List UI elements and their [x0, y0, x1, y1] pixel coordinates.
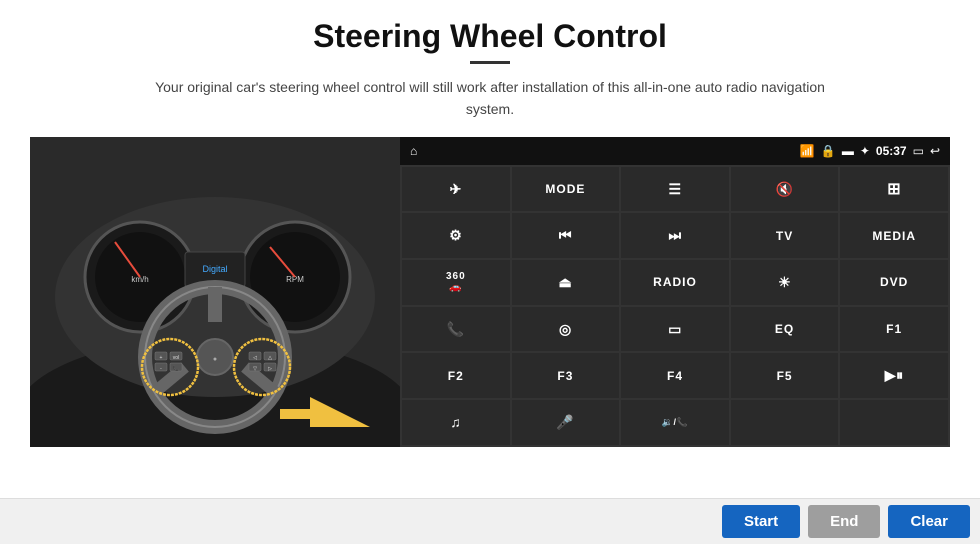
screen-icon: ▭	[913, 144, 924, 158]
svg-text:▷: ▷	[268, 366, 272, 372]
empty-btn-1[interactable]	[731, 400, 839, 445]
f4-button[interactable]: F4	[621, 353, 729, 398]
eq-button[interactable]: EQ	[731, 307, 839, 352]
f3-button[interactable]: F3	[512, 353, 620, 398]
playpause-button[interactable]: ▶⏸	[840, 353, 948, 398]
status-time: 05:37	[876, 144, 907, 158]
tv-button[interactable]: TV	[731, 213, 839, 258]
lock-icon: 🔒	[821, 144, 836, 158]
title-divider	[470, 61, 510, 64]
home-icon: ⌂	[410, 144, 417, 158]
svg-text:◁: ◁	[253, 355, 257, 361]
vol-phone-button[interactable]: 🔉/📞	[621, 400, 729, 445]
end-button[interactable]: End	[808, 505, 880, 538]
page-wrapper: Steering Wheel Control Your original car…	[0, 0, 980, 544]
phone-button[interactable]: 📞	[402, 307, 510, 352]
page-title: Steering Wheel Control	[313, 18, 667, 55]
status-right: 📶 🔒 ▬ ✦ 05:37 ▭ ↩	[800, 144, 940, 158]
f1-button[interactable]: F1	[840, 307, 948, 352]
apps-button[interactable]: ⊞	[840, 167, 948, 212]
music-button[interactable]: ♫	[402, 400, 510, 445]
dvd-button[interactable]: DVD	[840, 260, 948, 305]
sd-icon: ▬	[842, 144, 854, 158]
media-button[interactable]: MEDIA	[840, 213, 948, 258]
car-image: km/h RPM Digital	[30, 137, 400, 447]
mic-button[interactable]: 🎤	[512, 400, 620, 445]
f2-button[interactable]: F2	[402, 353, 510, 398]
content-row: km/h RPM Digital	[30, 137, 950, 447]
status-left: ⌂	[410, 144, 417, 158]
mute-button[interactable]: 🔇	[731, 167, 839, 212]
360-button[interactable]: 360🚗	[402, 260, 510, 305]
start-button[interactable]: Start	[722, 505, 800, 538]
clear-button[interactable]: Clear	[888, 505, 970, 538]
android-panel: ⌂ 📶 🔒 ▬ ✦ 05:37 ▭ ↩ ✈ MODE ☰ 🔇	[400, 137, 950, 447]
svg-text:+: +	[160, 355, 163, 361]
bottom-bar: Start End Clear	[0, 498, 980, 544]
list-button[interactable]: ☰	[621, 167, 729, 212]
f5-button[interactable]: F5	[731, 353, 839, 398]
eject-button[interactable]: ⏏	[512, 260, 620, 305]
back-icon: ↩	[930, 144, 940, 158]
button-grid: ✈ MODE ☰ 🔇 ⊞ ⚙ ⏮ ⏭ TV MEDIA 360🚗 ⏏ RADIO…	[400, 165, 950, 447]
browser-button[interactable]: ◎	[512, 307, 620, 352]
svg-text:vol: vol	[173, 355, 179, 361]
svg-text:△: △	[268, 355, 272, 361]
svg-text:Digital: Digital	[202, 264, 227, 274]
svg-text:📞: 📞	[173, 365, 180, 372]
settings-button[interactable]: ⚙	[402, 213, 510, 258]
nav-button[interactable]: ✈	[402, 167, 510, 212]
svg-text:▽: ▽	[253, 366, 257, 372]
radio-button[interactable]: RADIO	[621, 260, 729, 305]
brightness-button[interactable]: ☀	[731, 260, 839, 305]
next-button[interactable]: ⏭	[621, 213, 729, 258]
wifi-icon: 📶	[800, 144, 815, 158]
prev-button[interactable]: ⏮	[512, 213, 620, 258]
empty-btn-2[interactable]	[840, 400, 948, 445]
status-bar: ⌂ 📶 🔒 ▬ ✦ 05:37 ▭ ↩	[400, 137, 950, 165]
svg-text:●: ●	[213, 356, 217, 363]
mode-button[interactable]: MODE	[512, 167, 620, 212]
bluetooth-icon: ✦	[860, 144, 870, 158]
page-subtitle: Your original car's steering wheel contr…	[150, 76, 830, 121]
screen-fit-button[interactable]: ▭	[621, 307, 729, 352]
